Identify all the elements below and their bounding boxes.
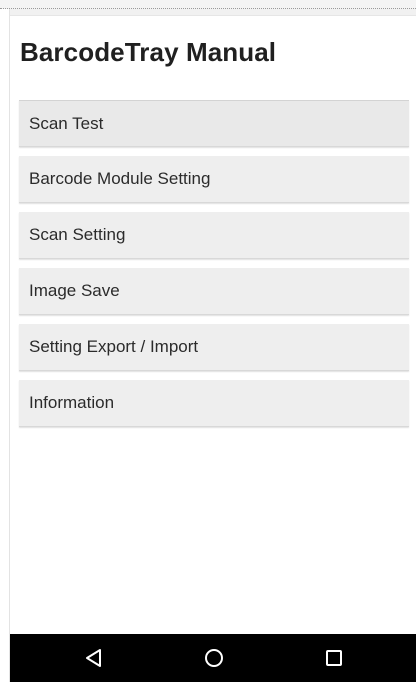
back-triangle-icon [86, 649, 101, 667]
screenshot-top-edge [0, 0, 416, 9]
menu-item-setting-export-import[interactable]: Setting Export / Import [19, 324, 409, 371]
page-title: BarcodeTray Manual [20, 37, 277, 67]
status-bar [10, 9, 416, 16]
menu-item-scan-test[interactable]: Scan Test [19, 100, 409, 147]
app-screen: BarcodeTray Manual Scan Test Barcode Mod… [9, 9, 416, 682]
recents-button[interactable] [310, 634, 358, 682]
menu-item-scan-setting[interactable]: Scan Setting [19, 212, 409, 259]
menu-item-label: Information [29, 393, 115, 412]
menu-item-image-save[interactable]: Image Save [19, 268, 409, 315]
recents-square-icon [326, 650, 342, 666]
home-button[interactable] [190, 634, 238, 682]
manual-menu-list: Scan Test Barcode Module Setting Scan Se… [19, 100, 409, 436]
menu-item-label: Scan Setting [29, 225, 126, 244]
menu-item-label: Setting Export / Import [29, 337, 199, 356]
navigation-bar [10, 634, 416, 682]
menu-item-label: Image Save [29, 281, 120, 300]
menu-item-label: Barcode Module Setting [29, 169, 211, 188]
back-button[interactable] [70, 634, 118, 682]
menu-item-label: Scan Test [29, 113, 104, 133]
home-circle-icon [205, 649, 223, 667]
menu-item-information[interactable]: Information [19, 380, 409, 427]
menu-item-barcode-module-setting[interactable]: Barcode Module Setting [19, 156, 409, 203]
